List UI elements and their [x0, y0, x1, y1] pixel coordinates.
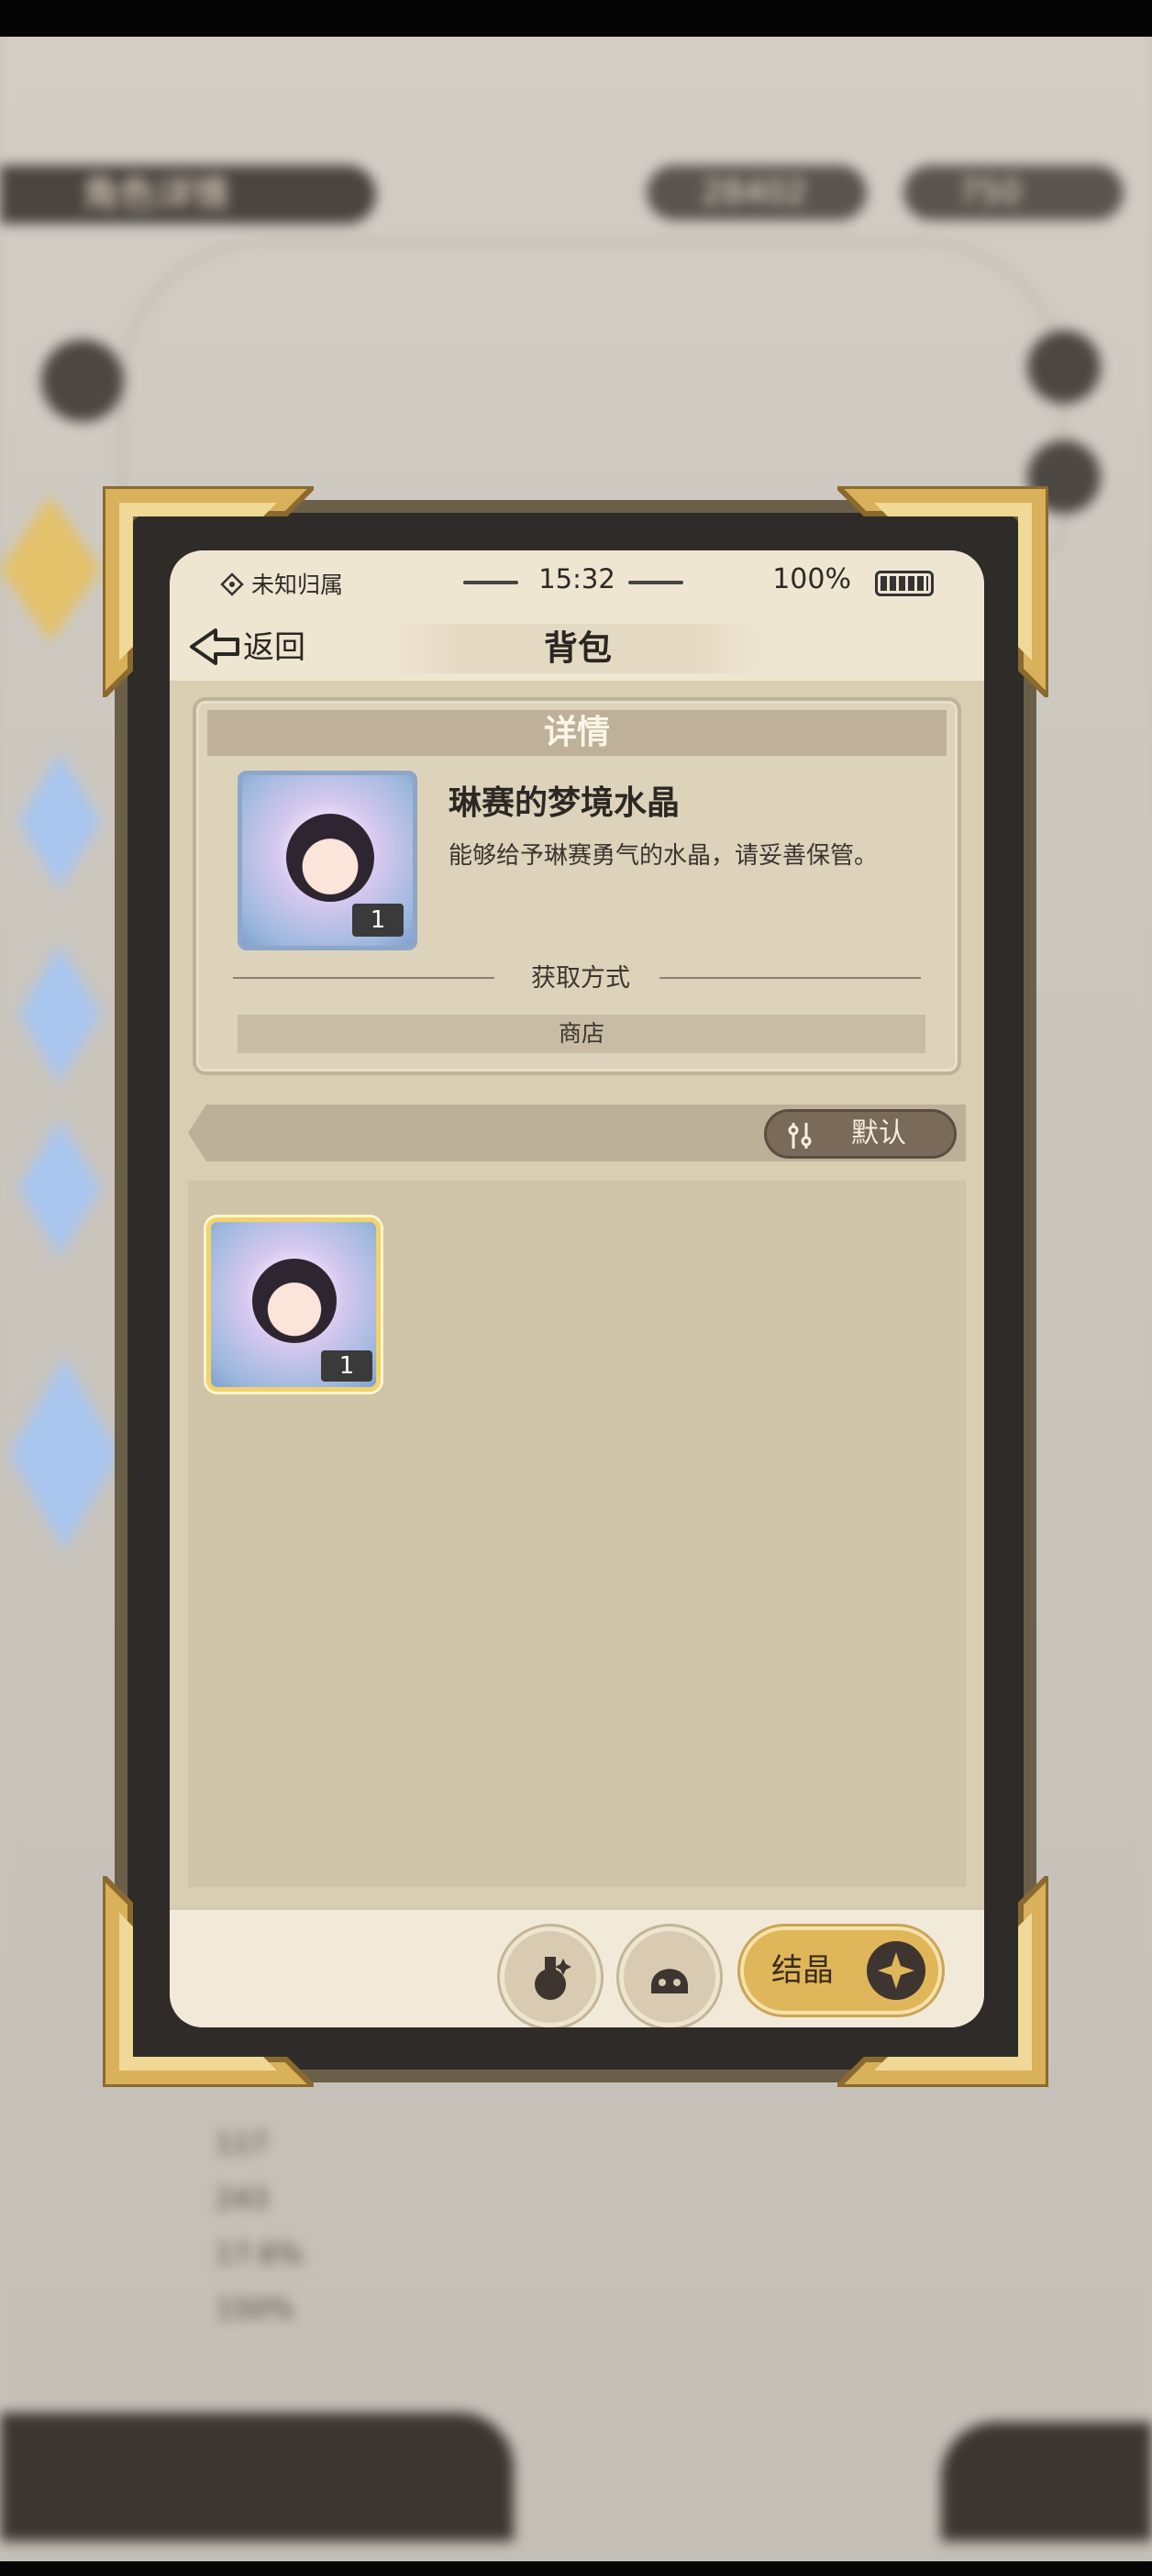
dream-crystal-icon: 1: [238, 771, 417, 950]
background-bottom-bar: [0, 2413, 514, 2541]
character-portrait: [252, 1259, 337, 1343]
potion-button[interactable]: [500, 1926, 601, 2027]
background-gems: 750: [903, 165, 1124, 220]
slot-count-badge: 1: [321, 1350, 372, 1382]
potion-icon: [535, 1957, 571, 2000]
obtain-source-shop[interactable]: 商店: [238, 1015, 925, 1053]
background-gold: 28402: [647, 165, 867, 220]
background-stat: 243: [216, 2183, 269, 2215]
page-title: 背包: [385, 624, 770, 673]
backpack-screen: 未知归属 15:32 100% 返回 背包 详情 1 琳赛的梦境水晶 能够给予琳…: [170, 550, 984, 2027]
back-label: 返回: [243, 629, 305, 666]
background-stat: 17.6%: [216, 2238, 304, 2271]
status-bar: 未知归属 15:32 100%: [170, 550, 984, 616]
item-detail-panel: 详情 1 琳赛的梦境水晶 能够给予琳赛勇气的水晶，请妥善保管。 获取方式 商店: [193, 697, 961, 1075]
obtain-method-label: 获取方式: [531, 964, 630, 993]
status-time: 15:32: [538, 563, 615, 594]
helmet-button[interactable]: [619, 1926, 720, 2027]
background-icon: [1027, 330, 1101, 404]
back-button[interactable]: 返回: [188, 620, 305, 675]
background-gem: [18, 945, 101, 1083]
sparkle-icon: [867, 1941, 925, 2000]
sort-label: 默认: [851, 1117, 906, 1149]
background-stat: 117: [216, 2128, 269, 2160]
background-title: 角色详情: [0, 165, 376, 224]
content-area: 详情 1 琳赛的梦境水晶 能够给予琳赛勇气的水晶，请妥善保管。 获取方式 商店 …: [170, 681, 984, 1907]
back-arrow-icon: [190, 628, 239, 665]
background-gem: [0, 495, 101, 642]
item-name: 琳赛的梦境水晶: [449, 784, 681, 822]
battery-icon: [875, 571, 934, 596]
inventory-grid: 1: [188, 1181, 966, 1887]
status-divider: [628, 581, 683, 584]
background-icon: [41, 339, 124, 422]
helmet-icon: [651, 1969, 688, 1993]
background-bottom-right: [941, 2422, 1152, 2541]
character-portrait: [286, 814, 374, 902]
nav-bar: 返回 背包: [170, 616, 984, 681]
detail-header: 详情: [207, 710, 947, 756]
crystallize-button[interactable]: 结晶: [740, 1926, 942, 2015]
battery-percent: 100%: [772, 563, 851, 595]
bottom-toolbar: 结晶: [170, 1907, 984, 2027]
inventory-slot[interactable]: 1: [206, 1217, 381, 1392]
item-description: 能够给予琳赛勇气的水晶，请妥善保管。: [449, 842, 879, 870]
crystallize-label: 结晶: [771, 1952, 834, 1989]
top-edge: [0, 0, 1152, 37]
background-gem: [9, 1358, 119, 1550]
background-gem: [18, 1119, 101, 1257]
background-stat: 150%: [216, 2293, 294, 2326]
bottom-edge: [0, 2561, 1152, 2576]
filter-sliders-icon: [788, 1123, 812, 1149]
background-gem: [18, 752, 101, 890]
sort-button[interactable]: 默认: [764, 1109, 957, 1159]
item-count-badge: 1: [352, 904, 404, 937]
